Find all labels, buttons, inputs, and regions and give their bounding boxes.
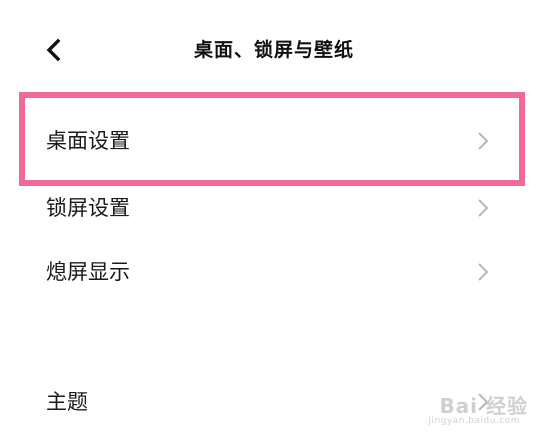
watermark-brand: Bai 经验 xyxy=(439,394,528,418)
chevron-right-icon xyxy=(478,263,489,281)
header: 桌面、锁屏与壁纸 xyxy=(0,0,548,100)
settings-item-label: 锁屏设置 xyxy=(46,196,130,220)
settings-item-always-on-display[interactable]: 熄屏显示 xyxy=(0,244,548,300)
chevron-right-icon xyxy=(478,199,489,217)
settings-item-lockscreen[interactable]: 锁屏设置 xyxy=(0,180,548,236)
settings-screen: 桌面、锁屏与壁纸 桌面设置 锁屏设置 熄屏显示 主题 Bai 经验 jingya… xyxy=(0,0,548,442)
settings-item-desktop[interactable]: 桌面设置 xyxy=(0,113,548,169)
settings-item-label: 主题 xyxy=(46,390,88,414)
settings-item-label: 桌面设置 xyxy=(46,129,130,153)
settings-item-label: 熄屏显示 xyxy=(46,260,130,284)
page-title: 桌面、锁屏与壁纸 xyxy=(193,39,354,61)
section-divider xyxy=(0,300,548,350)
chevron-right-icon xyxy=(478,132,489,150)
watermark: Bai 经验 jingyan.baidu.com xyxy=(413,390,528,428)
watermark-url: jingyan.baidu.com xyxy=(428,416,520,426)
